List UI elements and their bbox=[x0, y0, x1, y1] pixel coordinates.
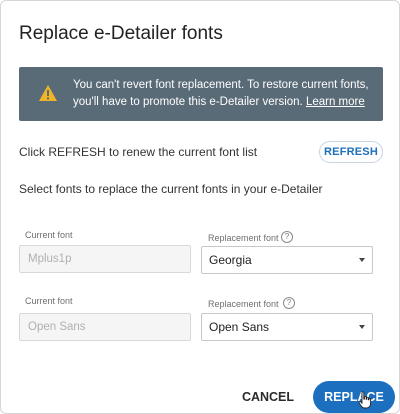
cancel-button[interactable]: CANCEL bbox=[235, 383, 301, 411]
replacement-font-label: Replacement font bbox=[208, 233, 279, 243]
hand-cursor-icon bbox=[358, 391, 372, 409]
replace-button[interactable]: REPLACE bbox=[313, 381, 395, 413]
learn-more-link[interactable]: Learn more bbox=[306, 96, 365, 108]
refresh-button[interactable]: REFRESH bbox=[319, 141, 383, 163]
replacement-font-value: Georgia bbox=[209, 253, 252, 267]
help-icon[interactable]: ? bbox=[281, 231, 293, 243]
replacement-font-label: Replacement font bbox=[208, 299, 279, 309]
chevron-down-icon bbox=[359, 258, 365, 262]
replacement-font-select[interactable]: Open Sans bbox=[201, 313, 373, 341]
warning-banner: You can't revert font replacement. To re… bbox=[19, 67, 383, 121]
replacement-font-select[interactable]: Georgia bbox=[201, 246, 373, 274]
select-instructions: Select fonts to replace the current font… bbox=[19, 182, 323, 196]
help-icon[interactable]: ? bbox=[283, 297, 295, 309]
chevron-down-icon bbox=[359, 325, 365, 329]
replace-fonts-dialog: Replace e-Detailer fonts You can't rever… bbox=[0, 0, 400, 414]
current-font-field: Mplus1p bbox=[19, 245, 191, 273]
refresh-instructions: Click REFRESH to renew the current font … bbox=[19, 145, 258, 159]
current-font-field: Open Sans bbox=[19, 313, 191, 341]
dialog-title: Replace e-Detailer fonts bbox=[19, 23, 223, 44]
current-font-label: Current font bbox=[25, 230, 73, 240]
warning-text: You can't revert font replacement. To re… bbox=[73, 77, 373, 111]
replacement-font-value: Open Sans bbox=[209, 320, 270, 334]
current-font-label: Current font bbox=[25, 296, 73, 306]
warning-icon bbox=[39, 85, 57, 101]
